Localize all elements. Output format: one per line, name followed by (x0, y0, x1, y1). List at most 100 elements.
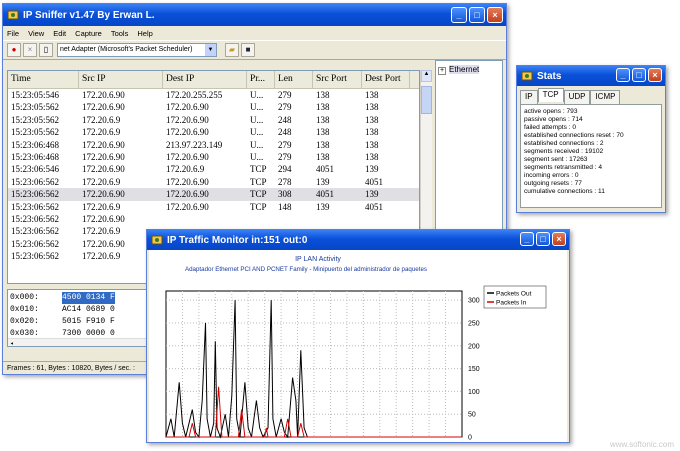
tab-udp[interactable]: UDP (563, 90, 591, 104)
table-cell: 15:23:06:546 (11, 164, 60, 175)
tab-ip[interactable]: IP (520, 90, 538, 104)
traffic-titlebar[interactable]: IP Traffic Monitor in:151 out:0 _ □ × (147, 230, 569, 250)
new-button[interactable]: ▯ (39, 43, 53, 57)
chart-title: IP LAN Activity (295, 256, 341, 263)
table-row[interactable]: 15:23:05:562 172.20.6.90 172.20.6.90 U... 27… (8, 101, 419, 113)
scroll-thumb[interactable] (421, 86, 432, 114)
table-cell: 172.20.6.90 (82, 189, 125, 200)
ip-sniffer-titlebar[interactable]: IP Sniffer v1.47 By Erwan L. _ □ × (3, 4, 506, 26)
table-cell (247, 213, 275, 225)
open-button[interactable]: ▰ (225, 43, 239, 57)
stats-title: Stats (537, 70, 562, 82)
stat-line: established connections reset : 70 (524, 132, 624, 139)
stop-button[interactable]: × (23, 43, 37, 57)
hex-row[interactable]: 0x010: AC14 0689 0 (10, 304, 154, 316)
menu-file[interactable]: File (7, 29, 19, 38)
tcp-stats-panel: active opens : 793 passive opens : 714 fai… (520, 104, 662, 208)
table-row[interactable]: 15:23:06:546 172.20.6.90 172.20.6.9 TCP 294 4… (8, 163, 419, 175)
expand-icon[interactable]: + (438, 67, 446, 75)
maximize-button[interactable]: □ (536, 232, 550, 246)
table-cell: 279 (278, 139, 292, 150)
maximize-button[interactable]: □ (632, 68, 646, 82)
traffic-chart-panel: IP LAN Activity Adaptador Ethernet PCI AN… (149, 250, 567, 449)
table-cell: 15:23:06:562 (11, 176, 60, 187)
hex-hscrollbar[interactable]: ◂ (8, 338, 156, 346)
minimize-button[interactable]: _ (451, 7, 467, 23)
y-tick-label: 200 (468, 343, 480, 350)
table-cell: 172.20.6.90 (166, 151, 209, 162)
column-time[interactable]: Time (8, 71, 79, 88)
adapter-select[interactable]: net Adapter (Microsoft's Packet Schedule… (57, 43, 217, 57)
menu-edit[interactable]: Edit (53, 29, 66, 38)
table-cell: 138 (316, 90, 330, 100)
close-button[interactable]: × (552, 232, 566, 246)
stat-line: established connections : 2 (524, 140, 604, 147)
table-cell: 15:23:06:562 (11, 213, 60, 224)
menu-capture[interactable]: Capture (75, 29, 102, 38)
column-dest-port[interactable]: Dest Port (362, 71, 410, 88)
tab-icmp[interactable]: ICMP (590, 90, 621, 104)
table-row[interactable]: 15:23:05:546 172.20.6.90 172.20.255.255 U..… (8, 89, 419, 101)
hex-row[interactable]: 0x000: 4500 0134 F (10, 292, 154, 304)
tree-item-ethernet[interactable]: + Ethernet (436, 61, 502, 79)
table-cell: U... (250, 90, 264, 100)
record-button[interactable]: ● (7, 43, 21, 57)
app-icon (521, 70, 533, 82)
chevron-down-icon[interactable]: ▼ (205, 44, 216, 56)
column-src-ip[interactable]: Src IP (79, 71, 163, 88)
column-src-port[interactable]: Src Port (313, 71, 362, 88)
table-row[interactable]: 15:23:06:562 172.20.6.90 172.20.6.90 TCP 308… (8, 188, 419, 201)
hex-address: 0x020: (10, 317, 39, 326)
menu-help[interactable]: Help (137, 29, 152, 38)
tree-item-label: Ethernet (449, 65, 480, 74)
stat-line: passive opens : 714 (524, 116, 583, 123)
table-cell: U... (250, 102, 264, 113)
table-row[interactable]: 15:23:06:468 172.20.6.90 172.20.6.90 U... 27… (8, 151, 419, 163)
table-cell: 4051 (365, 176, 383, 187)
minimize-button[interactable]: _ (616, 68, 630, 82)
table-cell: 172.20.6.90 (82, 213, 125, 224)
table-cell: 213.97.223.149 (166, 139, 223, 150)
table-row[interactable]: 15:23:05:562 172.20.6.9 172.20.6.90 U... 248… (8, 114, 419, 126)
table-row[interactable]: 15:23:06:468 172.20.6.90 213.97.223.149 U..… (8, 139, 419, 151)
table-cell: 15:23:06:468 (11, 151, 60, 162)
table-cell: U... (250, 139, 264, 150)
stat-line: outgoing resets : 77 (524, 180, 582, 187)
table-cell: 172.20.6.90 (82, 151, 125, 162)
minimize-button[interactable]: _ (520, 232, 534, 246)
scroll-up-button[interactable]: ▲ (421, 70, 432, 82)
stop-icon: × (27, 45, 33, 54)
hex-row[interactable]: 0x020: 5015 F910 F (10, 316, 154, 328)
table-row[interactable]: 15:23:06:562 172.20.6.9 172.20.6.90 TCP 278 1… (8, 176, 419, 188)
menu-tools[interactable]: Tools (111, 29, 129, 38)
column-length[interactable]: Len (275, 71, 313, 88)
app-icon (7, 9, 19, 21)
table-row[interactable]: 15:23:06:562 172.20.6.90 (8, 213, 419, 225)
packet-table-header: Time Src IP Dest IP Pr... Len Src Port D… (8, 71, 419, 89)
table-row[interactable]: 15:23:05:562 172.20.6.9 172.20.6.90 U... 248… (8, 126, 419, 138)
stats-titlebar[interactable]: Stats _ □ × (517, 66, 665, 86)
floppy-disk-icon: ■ (245, 45, 251, 54)
tab-tcp[interactable]: TCP (537, 88, 564, 102)
table-cell (275, 213, 313, 225)
scroll-left-icon[interactable]: ◂ (8, 340, 14, 346)
close-button[interactable]: × (487, 7, 503, 23)
table-cell: 279 (278, 90, 292, 100)
stat-line: segments retransmitted : 4 (524, 164, 603, 171)
maximize-button[interactable]: □ (469, 7, 485, 23)
table-cell (163, 213, 247, 225)
column-protocol[interactable]: Pr... (247, 71, 275, 88)
watermark: www.softonic.com (609, 440, 674, 449)
legend-label: Packets In (496, 300, 527, 307)
window-title: IP Sniffer v1.47 By Erwan L. (23, 9, 155, 21)
save-button[interactable]: ■ (241, 43, 255, 57)
menu-view[interactable]: View (28, 29, 44, 38)
document-icon: ▯ (43, 45, 49, 54)
table-cell: 138 (365, 139, 379, 150)
table-cell: 172.20.6.9 (82, 114, 121, 125)
table-cell: TCP (250, 176, 267, 187)
table-row[interactable]: 15:23:06:562 172.20.6.9 172.20.6.90 TCP 148 1… (8, 201, 419, 213)
table-cell: 172.20.6.90 (166, 189, 209, 200)
column-dest-ip[interactable]: Dest IP (163, 71, 247, 88)
close-button[interactable]: × (648, 68, 662, 82)
